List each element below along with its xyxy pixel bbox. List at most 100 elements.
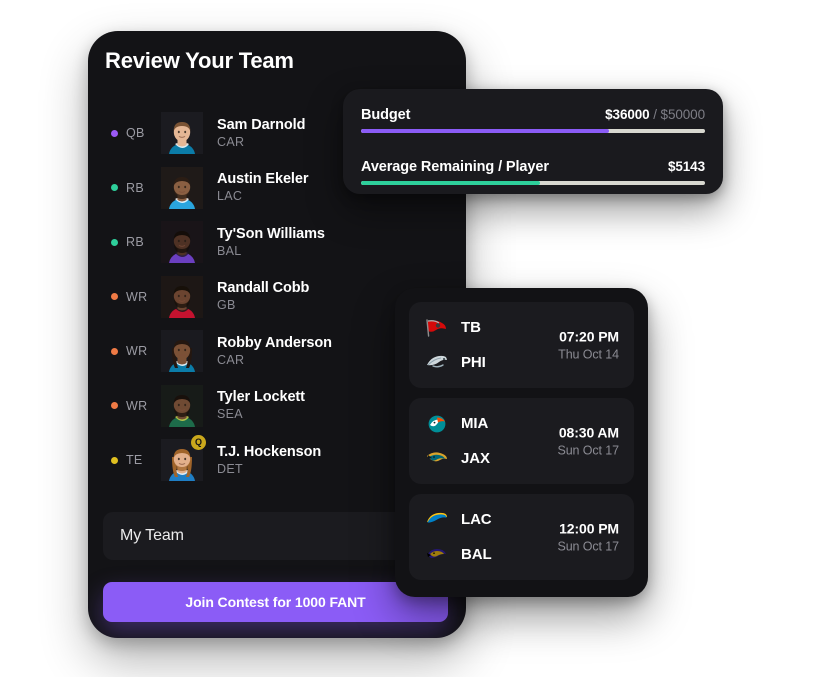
position-dot bbox=[111, 293, 118, 301]
home-team: BAL bbox=[425, 545, 492, 565]
player-info: Sam Darnold CAR bbox=[217, 116, 305, 151]
games-card: TB PHI 07:20 PM Thu Oct 14 MIA JAX 08:30… bbox=[395, 288, 648, 597]
home-team-abbr: JAX bbox=[461, 450, 490, 467]
position-label: WR bbox=[126, 344, 148, 359]
player-info: Randall Cobb GB bbox=[217, 279, 309, 314]
join-contest-button[interactable]: Join Contest for 1000 FANT bbox=[103, 582, 448, 622]
game-time: 07:20 PM bbox=[559, 328, 619, 345]
meter-value-primary: $5143 bbox=[667, 159, 705, 174]
game-schedule: 12:00 PM Sun Oct 17 bbox=[557, 521, 619, 554]
player-avatar-image bbox=[161, 221, 203, 264]
chargers-logo bbox=[425, 510, 449, 530]
player-team: LAC bbox=[217, 189, 243, 204]
avatar bbox=[161, 275, 203, 318]
player-name: Robby Anderson bbox=[217, 334, 332, 351]
game-time: 08:30 AM bbox=[558, 424, 619, 441]
player-name: Ty'Son Williams bbox=[217, 225, 325, 242]
meter-track bbox=[361, 129, 705, 133]
meter-fill bbox=[361, 129, 609, 133]
away-team: LAC bbox=[425, 510, 492, 530]
player-name: Tyler Lockett bbox=[217, 389, 305, 406]
avatar bbox=[161, 221, 203, 264]
player-avatar-image bbox=[161, 330, 203, 373]
eagles-logo bbox=[425, 353, 449, 373]
home-team: PHI bbox=[425, 353, 486, 373]
player-team: GB bbox=[217, 298, 236, 313]
game-date: Thu Oct 14 bbox=[558, 347, 619, 362]
game-row[interactable]: MIA JAX 08:30 AM Sun Oct 17 bbox=[409, 398, 634, 484]
avatar bbox=[161, 384, 203, 427]
meter-value-primary: $36000 bbox=[605, 107, 650, 122]
meter-value-separator: / bbox=[649, 107, 661, 122]
position-label: RB bbox=[126, 180, 144, 195]
player-name: Randall Cobb bbox=[217, 280, 310, 297]
dolphins-logo bbox=[425, 414, 449, 434]
game-teams: TB PHI bbox=[425, 318, 486, 373]
position-dot bbox=[111, 238, 118, 246]
meter-value: $36000 / $50000 bbox=[605, 107, 705, 122]
player-team: CAR bbox=[217, 134, 245, 149]
position-label: TE bbox=[126, 453, 143, 468]
position-dot bbox=[111, 347, 118, 355]
home-team: JAX bbox=[425, 449, 490, 469]
jaguars-logo bbox=[425, 449, 449, 469]
questionable-badge: Q bbox=[191, 435, 206, 451]
position-dot bbox=[111, 456, 118, 464]
away-team: TB bbox=[425, 318, 486, 338]
game-row[interactable]: TB PHI 07:20 PM Thu Oct 14 bbox=[409, 302, 634, 388]
budget-meter: Budget $36000 / $50000 bbox=[361, 107, 705, 133]
home-team-abbr: PHI bbox=[461, 354, 486, 371]
meter-value: $5143 bbox=[668, 159, 705, 174]
player-avatar-image bbox=[161, 384, 203, 427]
player-info: T.J. Hockenson DET bbox=[217, 443, 321, 478]
roster-row[interactable]: RB Ty'Son Williams BAL bbox=[88, 215, 466, 270]
game-schedule: 07:20 PM Thu Oct 14 bbox=[558, 329, 619, 362]
player-team: BAL bbox=[217, 243, 242, 258]
game-time: 12:00 PM bbox=[559, 520, 619, 537]
player-info: Austin Ekeler LAC bbox=[217, 170, 308, 205]
position-label: RB bbox=[126, 235, 144, 250]
meter-header: Budget $36000 / $50000 bbox=[361, 107, 705, 123]
player-info: Tyler Lockett SEA bbox=[217, 388, 305, 423]
meter-header: Average Remaining / Player $5143 bbox=[361, 159, 705, 175]
meter-label: Average Remaining / Player bbox=[361, 159, 549, 175]
meter-value-secondary: $50000 bbox=[660, 107, 706, 122]
away-team-abbr: MIA bbox=[461, 415, 489, 432]
player-team: DET bbox=[217, 461, 243, 476]
home-team-abbr: BAL bbox=[461, 546, 492, 563]
player-name: Sam Darnold bbox=[217, 116, 306, 133]
position-label: WR bbox=[126, 289, 148, 304]
ravens-logo bbox=[425, 545, 449, 565]
game-teams: LAC BAL bbox=[425, 510, 492, 565]
game-row[interactable]: LAC BAL 12:00 PM Sun Oct 17 bbox=[409, 494, 634, 580]
player-name: T.J. Hockenson bbox=[217, 443, 322, 460]
player-name: Austin Ekeler bbox=[217, 171, 309, 188]
position-dot bbox=[111, 129, 118, 137]
meter-label: Budget bbox=[361, 107, 411, 123]
away-team: MIA bbox=[425, 414, 490, 434]
position-dot bbox=[111, 184, 118, 192]
budget-card: Budget $36000 / $50000 Average Remaining… bbox=[343, 89, 723, 194]
game-teams: MIA JAX bbox=[425, 414, 490, 469]
avatar bbox=[161, 330, 203, 373]
position-dot bbox=[111, 402, 118, 410]
away-team-abbr: TB bbox=[461, 319, 481, 336]
team-name-value: My Team bbox=[120, 527, 184, 544]
position-label: QB bbox=[126, 126, 145, 141]
player-info: Ty'Son Williams BAL bbox=[217, 225, 325, 260]
avatar bbox=[161, 112, 203, 155]
player-avatar-image bbox=[161, 275, 203, 318]
player-team: CAR bbox=[217, 352, 245, 367]
meter-track bbox=[361, 181, 705, 185]
page-title: Review Your Team bbox=[105, 48, 294, 73]
buccaneers-logo bbox=[425, 318, 449, 338]
away-team-abbr: LAC bbox=[461, 511, 492, 528]
meter-fill bbox=[361, 181, 540, 185]
player-team: SEA bbox=[217, 407, 243, 422]
player-avatar-image bbox=[161, 166, 203, 209]
game-date: Sun Oct 17 bbox=[557, 539, 619, 554]
game-schedule: 08:30 AM Sun Oct 17 bbox=[557, 425, 619, 458]
player-info: Robby Anderson CAR bbox=[217, 334, 332, 369]
budget-meter: Average Remaining / Player $5143 bbox=[361, 159, 705, 185]
player-avatar-image bbox=[161, 112, 203, 155]
